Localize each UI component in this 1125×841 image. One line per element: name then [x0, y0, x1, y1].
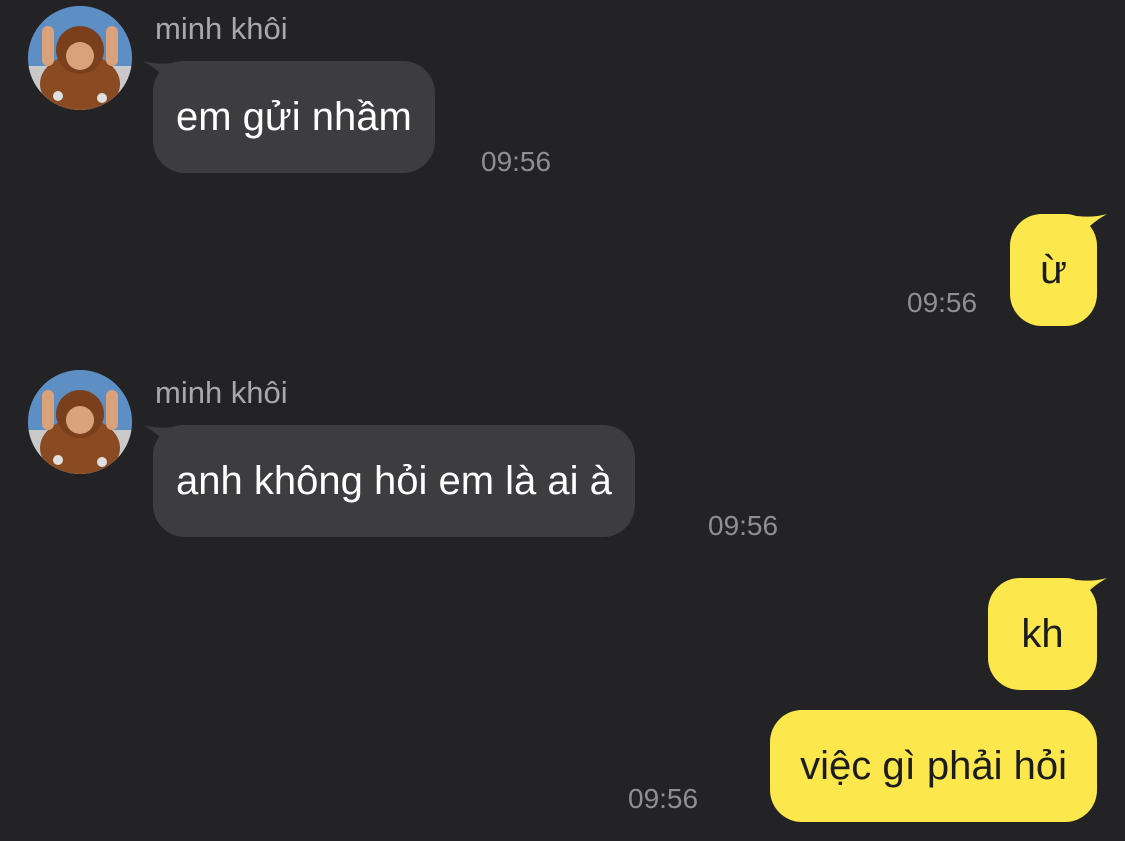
- message-bubble-incoming[interactable]: em gửi nhầm: [143, 61, 435, 173]
- message-text: anh không hỏi em là ai à: [176, 459, 612, 503]
- message-timestamp: 09:56: [628, 783, 699, 814]
- message-bubble-outgoing[interactable]: việc gì phải hỏi: [770, 710, 1097, 822]
- message-text: việc gì phải hỏi: [800, 744, 1067, 788]
- sender-name: minh khôi: [155, 11, 288, 46]
- message-timestamp: 09:56: [907, 287, 978, 318]
- message-text: ừ: [1040, 248, 1067, 292]
- message-text: kh: [1021, 612, 1064, 656]
- sender-avatar[interactable]: [28, 370, 132, 474]
- message-timestamp: 09:56: [481, 146, 552, 177]
- message-text: em gửi nhầm: [176, 95, 412, 139]
- message-bubble-incoming[interactable]: anh không hỏi em là ai à: [143, 425, 635, 537]
- message-bubble-outgoing[interactable]: ừ: [1010, 214, 1107, 326]
- message-bubble-outgoing[interactable]: kh: [988, 578, 1107, 690]
- sender-avatar[interactable]: [28, 6, 132, 110]
- message-timestamp: 09:56: [708, 510, 779, 541]
- sender-name: minh khôi: [155, 375, 288, 410]
